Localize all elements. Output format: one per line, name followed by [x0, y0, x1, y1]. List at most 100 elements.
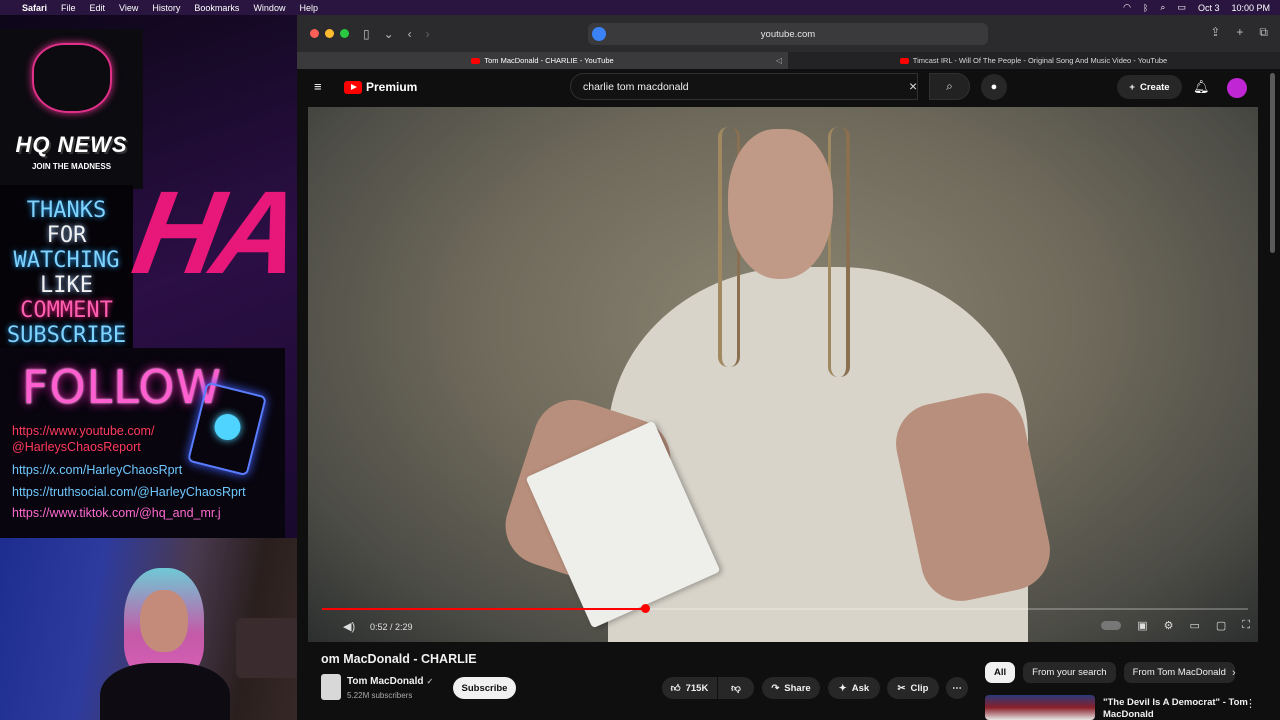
truthsocial-link: https://truthsocial.com/@HarleyChaosRprt — [12, 485, 246, 499]
minimize-window-button[interactable] — [325, 29, 334, 38]
chip-all[interactable]: All — [985, 662, 1016, 683]
window-controls — [310, 29, 349, 38]
search-icon[interactable]: ⌕ — [1160, 2, 1165, 13]
youtube-favicon-icon — [471, 57, 481, 64]
bluetooth-icon[interactable]: ᛒ — [1143, 3, 1148, 13]
create-button[interactable]: + Create — [1117, 75, 1182, 99]
page-scrollbar[interactable] — [1270, 73, 1275, 253]
thanks-line: COMMENT — [20, 297, 113, 323]
tab-timcast[interactable]: Timcast IRL - Will Of The People - Origi… — [788, 52, 1279, 69]
address-text: youtube.com — [760, 28, 816, 40]
zoom-window-button[interactable] — [340, 29, 349, 38]
player-controls-right: ▣ ⚙ ▭ ▢ ⛶ — [1101, 619, 1250, 632]
recommended-video-thumbnail[interactable] — [985, 695, 1095, 720]
youtube-logo-text: Premium — [366, 80, 418, 94]
channel-name[interactable]: Tom MacDonald ✓ — [347, 676, 433, 687]
youtube-link: https://www.youtube.com/ — [12, 424, 155, 438]
menu-view[interactable]: View — [119, 3, 138, 13]
thanks-line: LIKE — [40, 272, 93, 298]
logo-title: HQ NEWS — [15, 132, 128, 157]
theater-mode-icon[interactable]: ▭ — [1189, 619, 1199, 632]
new-tab-icon[interactable]: + — [1236, 25, 1243, 40]
video-frame-braids-right — [828, 127, 850, 377]
share-arrow-icon: ↷ — [771, 682, 780, 694]
menu-file[interactable]: File — [61, 3, 76, 13]
channel-avatar[interactable] — [321, 674, 341, 700]
search-input[interactable]: charlie tom macdonald — [570, 73, 918, 100]
subscribe-button[interactable]: Subscribe — [453, 677, 516, 699]
account-avatar[interactable] — [1227, 78, 1247, 98]
chip-from-channel[interactable]: From Tom MacDonald — [1123, 662, 1235, 683]
youtube-logo[interactable]: Premium — [344, 80, 417, 94]
tab-charlie[interactable]: Tom MacDonald - CHARLIE - YouTube ◁ — [297, 52, 788, 69]
tab-title: Timcast IRL - Will Of The People - Origi… — [912, 56, 1168, 65]
search-button[interactable]: ⌕ — [929, 73, 970, 100]
menu-time[interactable]: 10:00 PM — [1231, 3, 1270, 13]
chevron-right-icon[interactable]: › — [1232, 667, 1236, 679]
youtube-header: ≡ Premium charlie tom macdonald × ⌕ ● + … — [297, 69, 1280, 107]
thanks-line: FOR — [46, 222, 87, 248]
notifications-bell-icon[interactable]: 🔔︎ — [1193, 79, 1210, 95]
recommended-video-title[interactable]: "The Devil Is A Democrat" - Tom MacDonal… — [1103, 697, 1253, 720]
subscriber-count: 5.22M subscribers — [347, 691, 413, 700]
youtube-favicon-icon — [899, 57, 909, 64]
airplay-icon[interactable]: ▢ — [1216, 619, 1226, 632]
menu-history[interactable]: History — [152, 3, 180, 13]
follow-panel: FOLLOW https://www.youtube.com/ @Harleys… — [0, 348, 285, 538]
captions-icon[interactable]: ▣ — [1137, 619, 1147, 632]
webcam-feed — [0, 538, 297, 720]
forward-icon[interactable]: › — [426, 27, 430, 41]
more-actions-button[interactable]: ⋯ — [946, 677, 968, 699]
chip-from-your-search[interactable]: From your search — [1023, 662, 1116, 683]
battery-icon[interactable]: ▭ — [1177, 2, 1186, 13]
menu-window[interactable]: Window — [253, 3, 285, 13]
sidebar-icon[interactable]: ▯ — [363, 27, 370, 41]
like-button[interactable]: 👍︎ 715K — [662, 677, 717, 699]
ask-button[interactable]: ✦ Ask — [828, 677, 880, 699]
share-button[interactable]: ↷ Share — [762, 677, 820, 699]
wifi-icon[interactable]: ◠ — [1123, 2, 1131, 13]
close-window-button[interactable] — [310, 29, 319, 38]
video-progress-bar[interactable] — [322, 604, 1248, 613]
back-icon[interactable]: ‹ — [408, 27, 412, 41]
menu-help[interactable]: Help — [299, 3, 318, 13]
menu-edit[interactable]: Edit — [90, 3, 106, 13]
x-link: https://x.com/HarleyChaosRprt — [12, 463, 183, 477]
toolbar-right: ⇪ + ⧉ — [1210, 25, 1268, 40]
logo-subtitle: JOIN THE MADNESS — [31, 162, 112, 171]
voice-search-button[interactable]: ● — [981, 74, 1007, 100]
video-progress-fill — [322, 608, 646, 610]
stream-overlay: HQ NEWS JOIN THE MADNESS THANKS FOR WATC… — [0, 15, 297, 720]
volume-icon[interactable]: ◀) — [343, 620, 355, 633]
clip-label: Clip — [910, 682, 929, 694]
extension-icon[interactable] — [592, 27, 606, 41]
thanks-line: THANKS — [26, 197, 107, 223]
settings-gear-icon[interactable]: ⚙ — [1164, 619, 1174, 632]
address-bar[interactable]: youtube.com — [588, 23, 988, 45]
tab-overview-icon[interactable]: ⧉ — [1259, 25, 1268, 40]
speaker-icon[interactable]: ◁ — [776, 56, 782, 65]
clip-button[interactable]: ✂ Clip — [887, 677, 939, 699]
fullscreen-icon[interactable]: ⛶ — [1242, 619, 1250, 632]
safari-toolbar: ▯ ⌄ ‹ › youtube.com ⇪ + ⧉ — [297, 15, 1280, 52]
chevron-down-icon[interactable]: ⌄ — [384, 27, 394, 41]
kebab-menu-icon[interactable]: ⋮ — [1245, 697, 1256, 710]
menu-bookmarks[interactable]: Bookmarks — [194, 3, 239, 13]
ask-label: Ask — [851, 682, 870, 694]
video-player[interactable]: ◀) 0:52 / 2:29 ▣ ⚙ ▭ ▢ ⛶ — [308, 107, 1258, 642]
hamburger-menu-icon[interactable]: ≡ — [314, 80, 327, 93]
microphone-icon: ● — [990, 81, 998, 93]
dislike-button[interactable]: 👎︎ — [718, 677, 754, 699]
ha-graphic-text: HA — [124, 167, 297, 299]
clear-search-icon[interactable]: × — [909, 79, 917, 93]
channel-name-text: Tom MacDonald — [347, 676, 424, 687]
menu-app-name[interactable]: Safari — [22, 3, 47, 13]
youtube-handle: @HarleysChaosReport — [12, 440, 141, 454]
tab-bar: Tom MacDonald - CHARLIE - YouTube ◁ Timc… — [297, 52, 1280, 69]
menu-date[interactable]: Oct 3 — [1198, 3, 1220, 13]
autoplay-toggle[interactable] — [1101, 621, 1122, 630]
hq-news-logo: HQ NEWS JOIN THE MADNESS — [0, 29, 143, 189]
share-icon[interactable]: ⇪ — [1210, 25, 1220, 40]
thumbs-up-icon: 👍︎ — [670, 683, 681, 694]
video-title: om MacDonald - CHARLIE — [321, 652, 477, 666]
